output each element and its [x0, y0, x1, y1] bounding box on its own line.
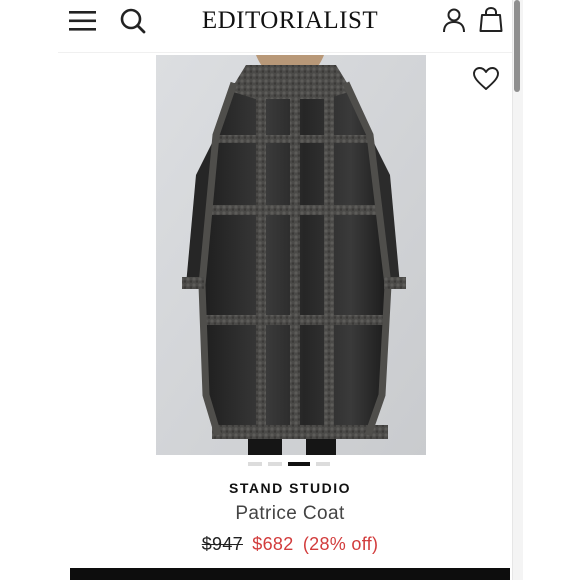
carousel-dot[interactable] — [268, 462, 282, 466]
site-header: EDITORIALIST — [0, 0, 580, 50]
product-name[interactable]: Patrice Coat — [180, 503, 400, 525]
image-carousel-indicator — [248, 461, 338, 467]
product-brand[interactable]: STAND STUDIO — [180, 480, 400, 496]
shopping-bag-icon[interactable] — [477, 5, 505, 35]
user-account-icon[interactable] — [440, 5, 468, 35]
heart-icon[interactable] — [472, 66, 500, 92]
carousel-dot[interactable] — [248, 462, 262, 466]
site-logo[interactable]: EDITORIALIST — [192, 3, 388, 39]
discount-label: (28% off) — [302, 534, 379, 554]
add-to-bag-button[interactable] — [70, 568, 510, 580]
scrollbar-thumb[interactable] — [514, 0, 520, 92]
logo-text: EDITORIALIST — [201, 7, 379, 34]
original-price: $947 — [201, 534, 243, 554]
search-icon[interactable] — [117, 5, 149, 37]
carousel-dot[interactable] — [316, 462, 330, 466]
product-image[interactable] — [156, 55, 426, 455]
sale-price: $682 — [252, 534, 294, 554]
carousel-dot-active[interactable] — [288, 462, 310, 466]
hamburger-menu-icon[interactable] — [68, 7, 98, 35]
price-row: $947 $682 (28% off) — [150, 534, 430, 555]
